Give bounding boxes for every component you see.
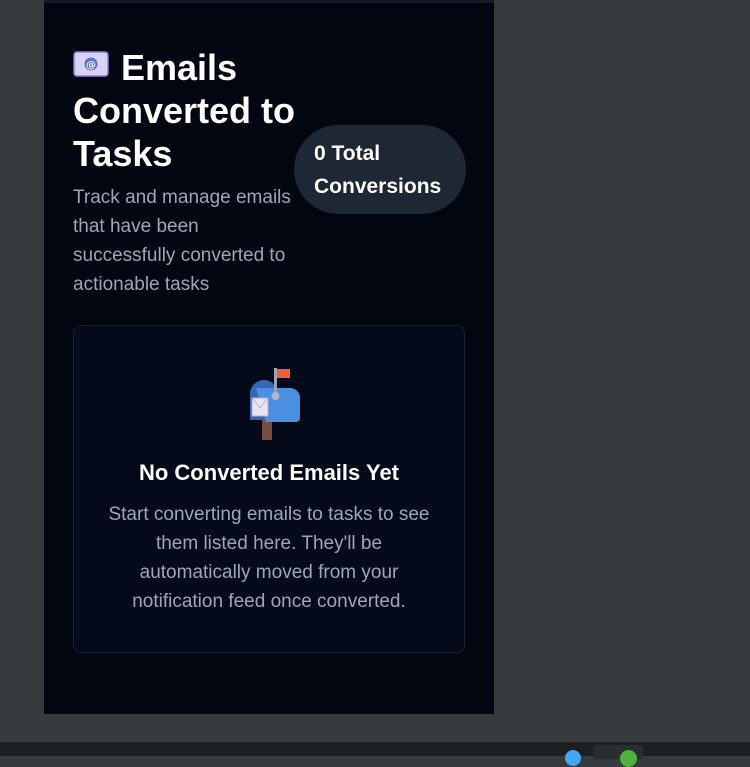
empty-state-description: Start converting emails to tasks to see … [108, 504, 430, 612]
email-envelope-icon: @ [73, 43, 109, 77]
total-conversions-badge: 0 Total Conversions [294, 125, 466, 214]
page-title: @ Emails Converted to Tasks [73, 43, 303, 175]
empty-state-card: No Converted Emails Yet Start converting… [73, 325, 465, 653]
mailbox-icon [236, 366, 304, 440]
svg-text:@: @ [86, 60, 96, 71]
tray-app-icon[interactable] [565, 750, 581, 766]
page-subtitle: Track and manage emails that have been s… [73, 187, 291, 295]
converted-emails-panel: @ Emails Converted to Tasks Track and ma… [44, 0, 494, 714]
empty-state-title: No Converted Emails Yet [138, 460, 399, 485]
panel-header: @ Emails Converted to Tasks Track and ma… [73, 43, 303, 299]
tray-status-icon[interactable] [620, 750, 637, 767]
taskbar [0, 742, 750, 767]
